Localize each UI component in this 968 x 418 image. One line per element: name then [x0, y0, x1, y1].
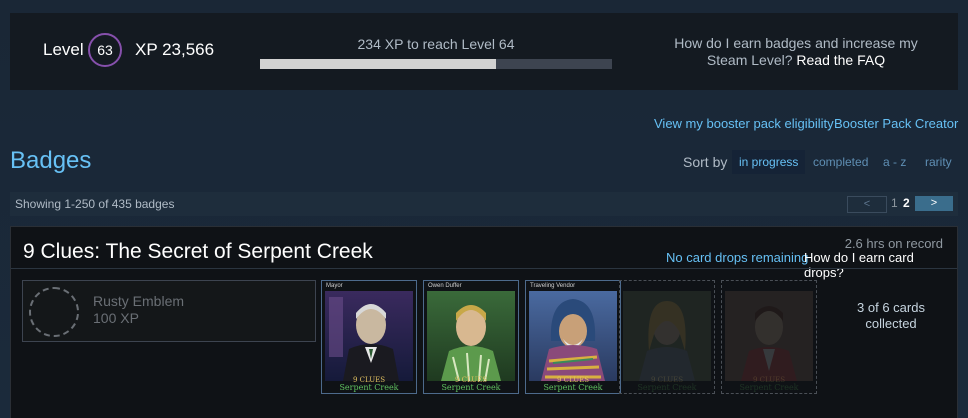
trading-card-mayor[interactable]: Mayor 9 CLUES Serpent Creek	[321, 280, 417, 394]
prev-page-button[interactable]: <	[847, 196, 887, 213]
sort-completed[interactable]: completed	[806, 150, 875, 174]
trading-card-owen-duffer[interactable]: Owen Duffer 9 CLUES Serpent Creek	[423, 280, 519, 394]
card-art-mayor-icon	[325, 291, 413, 381]
badge-placeholder-icon	[29, 287, 79, 337]
sort-a-z[interactable]: a - z	[876, 150, 913, 174]
card-logo: 9 CLUES Serpent Creek	[637, 376, 697, 392]
row-divider	[11, 268, 957, 269]
page-title: Badges	[10, 147, 92, 174]
card-logo: 9 CLUES Serpent Creek	[339, 376, 399, 392]
card-logo: 9 CLUES Serpent Creek	[441, 376, 501, 392]
card-art-vendor-icon	[529, 291, 617, 381]
game-title[interactable]: 9 Clues: The Secret of Serpent Creek	[23, 240, 373, 264]
faq-text: How do I earn badges and increase my Ste…	[665, 35, 927, 69]
emblem-name: Rusty Emblem	[93, 293, 185, 309]
level-badge[interactable]: 63	[88, 33, 122, 67]
trading-card-traveling-vendor[interactable]: Traveling Vendor 9 CLUES Serpent Creek	[525, 280, 621, 394]
booster-eligibility-link[interactable]: View my booster pack eligibility	[654, 116, 834, 131]
badge-emblem[interactable]: Rusty Emblem 100 XP	[22, 280, 316, 342]
emblem-xp: 100 XP	[93, 310, 139, 326]
card-logo: 9 CLUES Serpent Creek	[739, 376, 799, 392]
hours-on-record: 2.6 hrs on record	[844, 236, 943, 251]
badge-row[interactable]: 9 Clues: The Secret of Serpent Creek 2.6…	[10, 226, 958, 418]
booster-creator-link[interactable]: Booster Pack Creator	[834, 116, 958, 131]
showing-count: Showing 1-250 of 435 badges	[15, 197, 175, 211]
card-name: Traveling Vendor	[530, 283, 576, 289]
xp-total: XP 23,566	[135, 40, 215, 59]
trading-card-missing[interactable]: 9 CLUES Serpent Creek	[721, 280, 817, 394]
xp-progress-fill	[260, 59, 496, 69]
cards-collected: 3 of 6 cards collected	[857, 300, 925, 331]
pagination-bar: Showing 1-250 of 435 badges < 1 2 >	[10, 192, 958, 216]
level-panel: Level 63 XP 23,566 234 XP to reach Level…	[10, 13, 958, 90]
card-logo: 9 CLUES Serpent Creek	[543, 376, 603, 392]
faq-link[interactable]: Read the FAQ	[796, 52, 885, 68]
trading-card-missing[interactable]: 9 CLUES Serpent Creek	[619, 280, 715, 394]
sort-label: Sort by	[683, 154, 728, 170]
sort-rarity[interactable]: rarity	[918, 150, 959, 174]
page-link-1[interactable]: 1	[891, 196, 898, 210]
card-name: Mayor	[326, 283, 343, 289]
card-art-locked-man-icon	[725, 291, 813, 381]
card-art-owen-icon	[427, 291, 515, 381]
card-art-locked-woman-icon	[623, 291, 711, 381]
xp-to-next-level: 234 XP to reach Level 64	[357, 36, 515, 52]
sort-in-progress[interactable]: in progress	[732, 150, 806, 174]
level-label: Level	[43, 40, 84, 59]
no-card-drops-link[interactable]: No card drops remaining	[666, 250, 808, 265]
earn-card-drops-link[interactable]: How do I earn card drops?	[804, 250, 957, 280]
xp-progress-bar	[260, 59, 612, 69]
next-page-button[interactable]: >	[915, 196, 953, 211]
page-current-2: 2	[903, 196, 910, 210]
card-name: Owen Duffer	[428, 283, 462, 289]
